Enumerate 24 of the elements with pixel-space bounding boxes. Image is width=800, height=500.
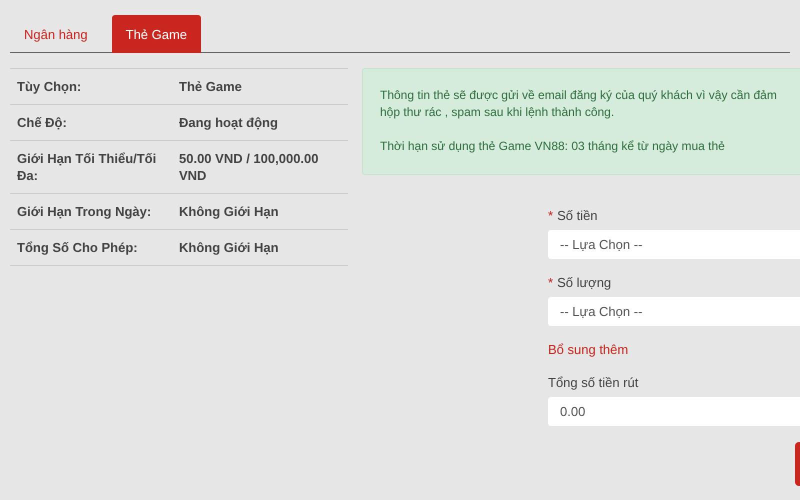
- detail-value: Không Giới Hạn: [179, 203, 280, 220]
- detail-value: Đang hoạt động: [179, 114, 279, 131]
- add-more-link[interactable]: Bổ sung thêm: [548, 342, 800, 357]
- notice-text: Thông tin thẻ sẽ được gửi về email đăng ký của quý khách vì vậy cần đảm: [380, 87, 778, 104]
- select-field[interactable]: -- Lựa Chọn --: [548, 297, 800, 326]
- field-label: Số tiền: [557, 208, 598, 223]
- detail-label: Tùy Chọn:: [17, 78, 82, 95]
- detail-label: Tổng Số Cho Phép:: [17, 239, 139, 256]
- notice-text: Thời hạn sử dụng thẻ Game VN88: 03 tháng kể từ ngày mua thẻ: [380, 138, 726, 155]
- notice-text: hộp thư rác , spam sau khi lệnh thành công.: [380, 104, 616, 121]
- required-mark: *: [548, 208, 554, 223]
- detail-label: Giới Hạn Tối Thiểu/Tối Đa:: [17, 150, 158, 184]
- tab[interactable]: Thẻ Game: [112, 15, 202, 53]
- required-mark: *: [548, 275, 554, 290]
- tab[interactable]: Ngân hàng: [10, 15, 102, 53]
- detail-value: Không Giới Hạn: [179, 239, 280, 256]
- select-field[interactable]: -- Lựa Chọn --: [548, 230, 800, 259]
- detail-value: 50.00 VND / 100,000.00 VND: [179, 150, 320, 184]
- detail-label: Chế Độ:: [17, 114, 68, 131]
- input-field[interactable]: 0.00: [548, 397, 800, 426]
- field-label: Số lượng: [557, 275, 612, 290]
- detail-value: Thẻ Game: [179, 78, 243, 95]
- detail-label: Giới Hạn Trong Ngày:: [17, 203, 152, 220]
- field-label: Tổng số tiền rút: [548, 375, 638, 390]
